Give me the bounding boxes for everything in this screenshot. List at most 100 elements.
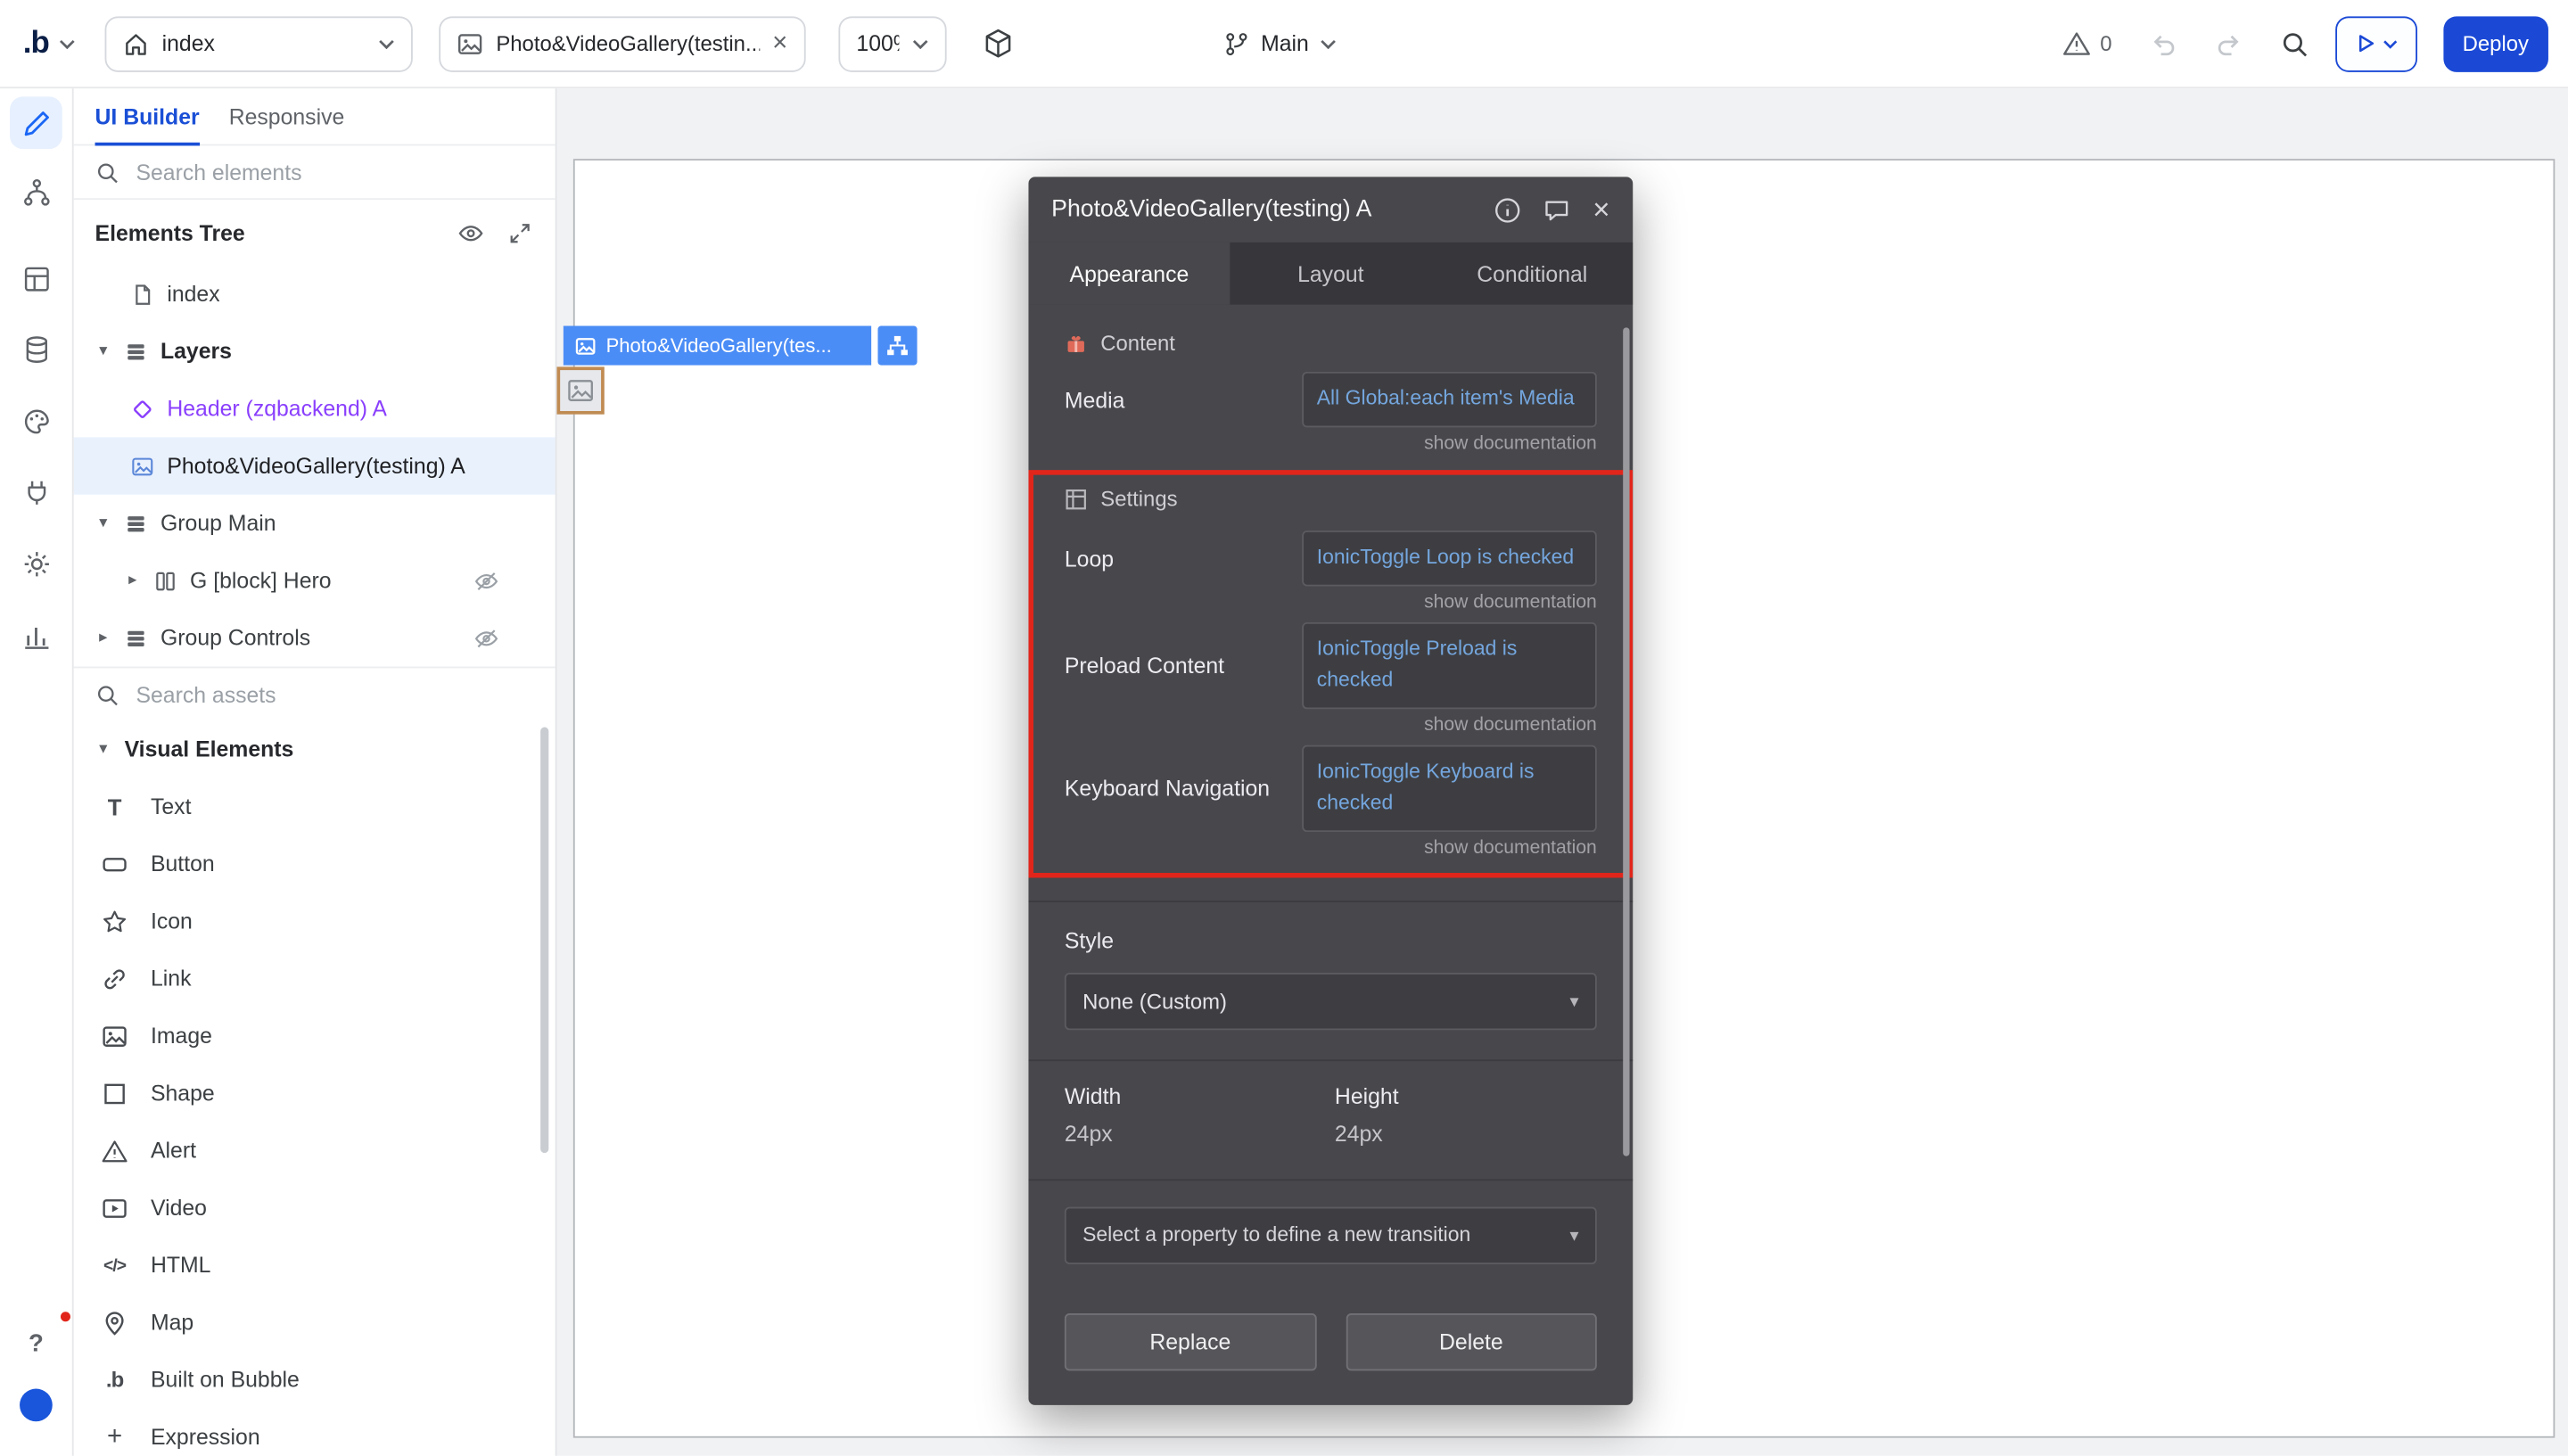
element-tab[interactable]: Photo&VideoGallery(testin... × (439, 15, 805, 70)
show-documentation-link[interactable]: show documentation (1065, 715, 1597, 735)
deploy-button[interactable]: Deploy (2443, 15, 2548, 70)
palette-item-html[interactable]: </> HTML (72, 1237, 556, 1294)
page-selector[interactable]: index (104, 15, 412, 70)
tree-item-header-element[interactable]: Header (zqbackend) A (72, 380, 556, 437)
hidden-eye-icon[interactable] (473, 625, 499, 651)
palette-item-expression[interactable]: + Expression (72, 1409, 556, 1456)
topbar: .b index Photo&VideoGallery(testin... × … (0, 0, 2568, 88)
palette-item-button[interactable]: Button (72, 835, 556, 893)
gallery-element-placeholder[interactable] (556, 366, 604, 414)
notification-dot (61, 1312, 70, 1321)
tab-responsive[interactable]: Responsive (229, 88, 345, 144)
selected-element-chip[interactable]: Photo&VideoGallery(tes... (564, 326, 871, 366)
close-icon[interactable]: × (1593, 195, 1609, 225)
palette-item-icon[interactable]: Icon (72, 893, 556, 950)
palette-item-map[interactable]: Map (72, 1294, 556, 1351)
tree-item-group-controls[interactable]: ▸ Group Controls (72, 609, 556, 666)
tree-item-photo-video-gallery[interactable]: Photo&VideoGallery(testing) A (72, 437, 556, 494)
avatar[interactable] (20, 1389, 53, 1422)
gallery-icon (457, 30, 482, 56)
style-label: Style (1065, 928, 1597, 953)
zoom-level: 100% (856, 31, 899, 56)
palette-item-video[interactable]: Video (72, 1179, 556, 1236)
palette-item-link[interactable]: Link (72, 950, 556, 1007)
tree-item-group-main[interactable]: ▾ Group Main (72, 495, 556, 552)
bubble-logo-menu[interactable]: .b (23, 25, 76, 61)
search-elements-input[interactable] (133, 158, 532, 185)
inspector-scrollbar[interactable] (1623, 327, 1629, 1156)
visual-elements-header[interactable]: ▾ Visual Elements (72, 720, 556, 777)
help-icon[interactable]: ? (10, 1317, 62, 1370)
search-icon[interactable] (2279, 29, 2309, 58)
transition-dropdown[interactable]: Select a property to define a new transi… (1065, 1206, 1597, 1263)
media-value-box[interactable]: All Global:each item's Media (1302, 372, 1597, 427)
branch-selector[interactable]: Main (1223, 30, 1337, 56)
tab-appearance[interactable]: Appearance (1028, 243, 1230, 305)
delete-button[interactable]: Delete (1346, 1312, 1597, 1370)
settings-section-header: Settings (1065, 487, 1597, 512)
tab-conditional[interactable]: Conditional (1431, 243, 1633, 305)
hidden-eye-icon[interactable] (473, 567, 499, 593)
palette-item-image[interactable]: Image (72, 1008, 556, 1065)
styles-tab-icon[interactable] (10, 395, 62, 448)
palette-item-text[interactable]: T Text (72, 777, 556, 835)
data-tab-icon[interactable] (10, 323, 62, 375)
palette-item-alert[interactable]: Alert (72, 1122, 556, 1179)
elements-tree-header: Elements Tree (72, 200, 556, 265)
property-inspector[interactable]: Photo&VideoGallery(testing) A × Appearan… (1028, 177, 1633, 1405)
inspector-titlebar[interactable]: Photo&VideoGallery(testing) A × (1028, 177, 1633, 242)
play-icon (2354, 33, 2375, 54)
undo-icon[interactable] (2148, 29, 2177, 58)
chevron-down-icon (59, 38, 75, 48)
eye-icon[interactable] (457, 218, 484, 246)
close-tab-icon[interactable]: × (772, 30, 787, 56)
loop-label: Loop (1065, 547, 1302, 572)
logs-tab-icon[interactable] (10, 609, 62, 662)
keyboard-value-box[interactable]: IonicToggle Keyboard is checked (1302, 744, 1597, 831)
style-dropdown[interactable]: None (Custom) ▾ (1065, 972, 1597, 1029)
tree-item-index[interactable]: index (72, 266, 556, 323)
warning-icon (2062, 29, 2092, 58)
tab-ui-builder[interactable]: UI Builder (95, 88, 200, 144)
block-columns-icon (154, 569, 177, 592)
info-icon[interactable] (1494, 195, 1522, 223)
caret-right-icon[interactable]: ▸ (125, 572, 141, 588)
tab-layout[interactable]: Layout (1230, 243, 1431, 305)
text-icon: T (98, 794, 131, 819)
show-documentation-link[interactable]: show documentation (1065, 593, 1597, 613)
height-label: Height (1335, 1083, 1597, 1108)
issues-indicator[interactable]: 0 (2062, 29, 2112, 58)
palette-item-built-on-bubble[interactable]: .b Built on Bubble (72, 1351, 556, 1408)
comment-icon[interactable] (1543, 195, 1571, 223)
component-library-icon[interactable] (983, 28, 1014, 59)
width-value: 24px (1065, 1121, 1335, 1146)
show-documentation-link[interactable]: show documentation (1065, 837, 1597, 857)
replace-button[interactable]: Replace (1065, 1312, 1316, 1370)
tree-item-block-hero[interactable]: ▸ G [block] Hero (72, 552, 556, 609)
expand-tree-icon[interactable] (507, 220, 532, 245)
dimensions-row: Width 24px Height 24px (1065, 1083, 1597, 1146)
caret-down-icon[interactable]: ▾ (95, 343, 111, 359)
plugins-tab-icon[interactable] (10, 465, 62, 518)
caret-right-icon[interactable]: ▸ (95, 629, 111, 646)
palette-item-shape[interactable]: Shape (72, 1065, 556, 1122)
loop-value-box[interactable]: IonicToggle Loop is checked (1302, 531, 1597, 586)
preload-value-box[interactable]: IonicToggle Preload is checked (1302, 622, 1597, 709)
inspector-body: Content Media All Global:each item's Med… (1028, 331, 1633, 1396)
show-documentation-link[interactable]: show documentation (1065, 434, 1597, 454)
layout-tab-icon[interactable] (10, 252, 62, 305)
design-tab-icon[interactable] (10, 96, 62, 149)
reusable-element-icon (131, 397, 154, 420)
image-placeholder-icon (567, 376, 595, 404)
workflow-tab-icon[interactable] (10, 166, 62, 218)
elements-panel: UI Builder Responsive Elements Tree inde… (72, 88, 557, 1456)
tree-item-layers[interactable]: ▾ Layers (72, 323, 556, 380)
caret-down-icon[interactable]: ▾ (95, 515, 111, 531)
panel-scrollbar[interactable] (540, 728, 548, 1154)
zoom-selector[interactable]: 100% (838, 15, 946, 70)
search-assets-input[interactable] (133, 680, 532, 708)
redo-icon[interactable] (2213, 29, 2243, 58)
preview-button[interactable] (2334, 15, 2416, 70)
element-hierarchy-button[interactable] (877, 326, 917, 366)
settings-tab-icon[interactable] (10, 537, 62, 589)
